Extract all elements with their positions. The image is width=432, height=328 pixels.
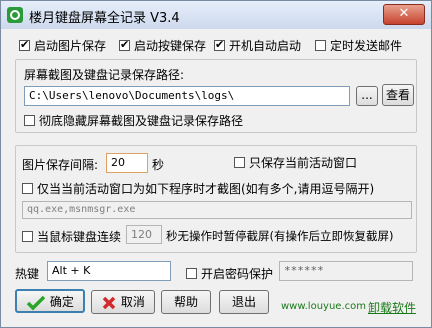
option-program-filter[interactable]: 仅当当前活动窗口为如下程序时才截图(如有多个,请用逗号隔开) — [22, 180, 374, 197]
save-path-input[interactable]: C:\Users\lenovo\Documents\logs\ — [24, 86, 350, 106]
save-path-group: 屏幕截图及键盘记录保存路径: C:\Users\lenovo\Documents… — [15, 59, 417, 133]
program-filter-input[interactable]: qq.exe,msnmsgr.exe — [22, 201, 412, 219]
interval-input[interactable]: 20 — [106, 153, 148, 173]
active-only-checkbox[interactable] — [234, 157, 245, 168]
app-logo-icon — [7, 7, 23, 23]
help-button[interactable]: 帮助 — [161, 290, 211, 314]
password-input[interactable]: ****** — [279, 261, 413, 281]
option-timed-email[interactable]: 定时发送邮件 — [315, 37, 402, 54]
interval-label: 图片保存间隔: — [22, 158, 99, 172]
idle-pause-checkbox[interactable] — [22, 231, 33, 242]
option-auto-screenshot[interactable]: 启动图片保存 — [19, 37, 106, 54]
close-button[interactable]: ✕ — [383, 4, 425, 25]
hide-path-checkbox[interactable] — [24, 115, 35, 126]
option-auto-keylog[interactable]: 启动按键保存 — [119, 37, 206, 54]
auto-screenshot-checkbox[interactable] — [19, 38, 30, 51]
exit-button[interactable]: 退出 — [219, 290, 269, 314]
browse-button[interactable]: ... — [356, 86, 378, 106]
idle-seconds-input[interactable]: 120 — [126, 225, 162, 244]
hotkey-input[interactable]: Alt + K — [47, 261, 171, 281]
option-autostart[interactable]: 开机自动启动 — [214, 37, 301, 54]
view-button[interactable]: 查看 — [382, 84, 414, 106]
cancel-button[interactable]: 取消 — [91, 290, 155, 314]
idle-label-post: 秒无操作时暂停截屏(有操作后立即恢复截屏) — [166, 229, 394, 243]
cancel-x-icon — [102, 296, 116, 309]
interval-unit: 秒 — [152, 158, 165, 172]
hotkey-label: 热键 — [15, 267, 40, 281]
option-password[interactable]: 开启密码保护 — [186, 265, 273, 282]
option-active-only[interactable]: 只保存当前活动窗口 — [234, 154, 357, 171]
window-title: 楼月键盘屏幕全记录 V3.4 — [29, 11, 180, 26]
check-icon — [26, 295, 46, 310]
title-bar[interactable]: 楼月键盘屏幕全记录 V3.4 ✕ — [1, 1, 431, 29]
uninstall-link[interactable]: 卸载软件 — [368, 299, 416, 316]
timed-email-checkbox[interactable] — [315, 40, 326, 51]
capture-settings-group: 图片保存间隔: 20 秒 只保存当前活动窗口 仅当当前活动窗口为如下程序时才截图… — [15, 145, 417, 253]
option-idle-pause[interactable]: 当鼠标键盘连续 — [22, 228, 121, 245]
main-window: 楼月键盘屏幕全记录 V3.4 ✕ 启动图片保存 启动按键保存 开机自动启动 定时… — [0, 0, 432, 328]
auto-keylog-checkbox[interactable] — [119, 38, 130, 51]
website-link[interactable]: www.louyue.com — [281, 301, 366, 312]
save-path-label: 屏幕截图及键盘记录保存路径: — [24, 68, 185, 82]
option-hide-path[interactable]: 彻底隐藏屏幕截图及键盘记录保存路径 — [24, 112, 243, 129]
program-filter-checkbox[interactable] — [22, 183, 33, 194]
ok-button[interactable]: 确定 — [15, 289, 85, 313]
password-checkbox[interactable] — [186, 268, 197, 279]
autostart-checkbox[interactable] — [214, 38, 225, 51]
